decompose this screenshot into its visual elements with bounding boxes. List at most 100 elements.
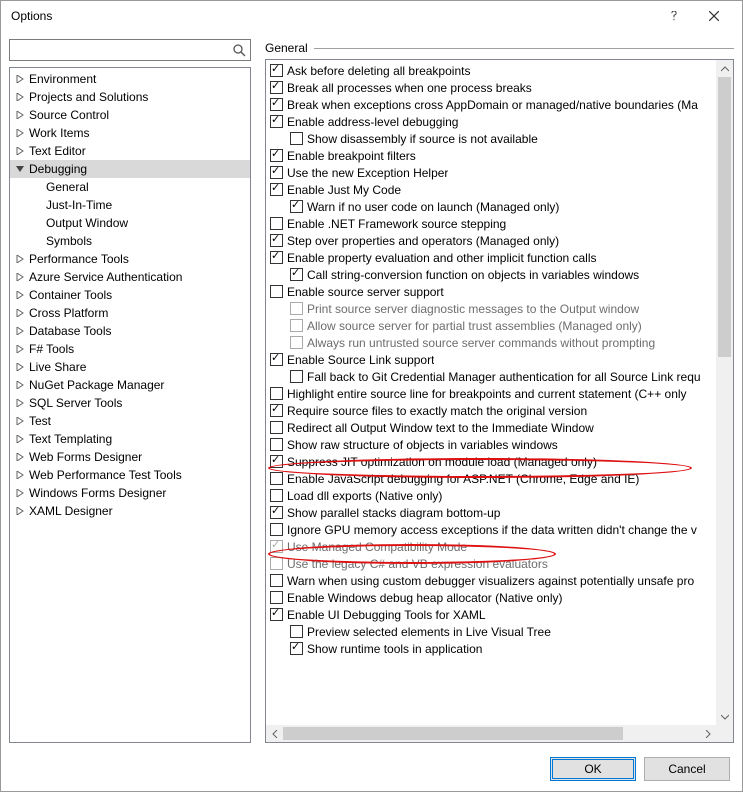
option-row[interactable]: Ignore GPU memory access exceptions if t…	[268, 521, 716, 538]
chevron-right-icon[interactable]	[14, 325, 26, 337]
option-row[interactable]: Use the new Exception Helper	[268, 164, 716, 181]
chevron-right-icon[interactable]	[14, 307, 26, 319]
checkbox[interactable]	[270, 506, 283, 519]
chevron-right-icon[interactable]	[14, 271, 26, 283]
checkbox[interactable]	[270, 251, 283, 264]
chevron-right-icon[interactable]	[14, 127, 26, 139]
checkbox[interactable]	[270, 183, 283, 196]
tree-item[interactable]: Web Forms Designer	[10, 448, 250, 466]
scroll-thumb-horizontal[interactable]	[283, 727, 623, 740]
chevron-right-icon[interactable]	[14, 289, 26, 301]
chevron-right-icon[interactable]	[14, 469, 26, 481]
option-row[interactable]: Suppress JIT optimization on module load…	[268, 453, 716, 470]
tree-item[interactable]: Symbols	[10, 232, 250, 250]
scroll-left-icon[interactable]	[266, 725, 283, 742]
tree-item[interactable]: Output Window	[10, 214, 250, 232]
option-row[interactable]: Enable UI Debugging Tools for XAML	[268, 606, 716, 623]
chevron-right-icon[interactable]	[14, 451, 26, 463]
tree-item[interactable]: Cross Platform	[10, 304, 250, 322]
checkbox[interactable]	[270, 217, 283, 230]
chevron-right-icon[interactable]	[14, 145, 26, 157]
checkbox[interactable]	[290, 642, 303, 655]
chevron-right-icon[interactable]	[14, 505, 26, 517]
checkbox[interactable]	[270, 166, 283, 179]
option-row[interactable]: Enable Just My Code	[268, 181, 716, 198]
tree-item[interactable]: Text Editor	[10, 142, 250, 160]
tree-item[interactable]: Performance Tools	[10, 250, 250, 268]
chevron-right-icon[interactable]	[14, 433, 26, 445]
option-row[interactable]: Show runtime tools in application	[268, 640, 716, 657]
option-row[interactable]: Enable Source Link support	[268, 351, 716, 368]
chevron-right-icon[interactable]	[14, 109, 26, 121]
checkbox[interactable]	[270, 421, 283, 434]
search-box[interactable]	[9, 39, 251, 61]
tree-item[interactable]: Environment	[10, 70, 250, 88]
option-row[interactable]: Enable property evaluation and other imp…	[268, 249, 716, 266]
horizontal-scrollbar[interactable]	[266, 725, 716, 742]
tree-item[interactable]: Azure Service Authentication	[10, 268, 250, 286]
checkbox[interactable]	[290, 625, 303, 638]
option-row[interactable]: Ask before deleting all breakpoints	[268, 62, 716, 79]
option-row[interactable]: Fall back to Git Credential Manager auth…	[268, 368, 716, 385]
option-row[interactable]: Step over properties and operators (Mana…	[268, 232, 716, 249]
chevron-right-icon[interactable]	[14, 91, 26, 103]
checkbox[interactable]	[270, 591, 283, 604]
checkbox[interactable]	[270, 523, 283, 536]
help-button[interactable]	[654, 1, 694, 31]
close-button[interactable]	[694, 1, 734, 31]
checkbox[interactable]	[270, 387, 283, 400]
tree-item[interactable]: Projects and Solutions	[10, 88, 250, 106]
option-row[interactable]: Show parallel stacks diagram bottom-up	[268, 504, 716, 521]
search-input[interactable]	[14, 41, 232, 59]
option-row[interactable]: Enable source server support	[268, 283, 716, 300]
checkbox[interactable]	[270, 353, 283, 366]
tree-item[interactable]: F# Tools	[10, 340, 250, 358]
checkbox[interactable]	[270, 64, 283, 77]
checkbox[interactable]	[270, 489, 283, 502]
chevron-right-icon[interactable]	[14, 253, 26, 265]
option-row[interactable]: Show raw structure of objects in variabl…	[268, 436, 716, 453]
checkbox[interactable]	[270, 608, 283, 621]
chevron-right-icon[interactable]	[14, 361, 26, 373]
tree-item[interactable]: NuGet Package Manager	[10, 376, 250, 394]
vertical-scrollbar[interactable]	[716, 60, 733, 725]
option-row[interactable]: Preview selected elements in Live Visual…	[268, 623, 716, 640]
option-row[interactable]: Enable breakpoint filters	[268, 147, 716, 164]
option-row[interactable]: Warn if no user code on launch (Managed …	[268, 198, 716, 215]
tree-item[interactable]: Just-In-Time	[10, 196, 250, 214]
option-row[interactable]: Show disassembly if source is not availa…	[268, 130, 716, 147]
ok-button[interactable]: OK	[550, 757, 636, 781]
checkbox[interactable]	[290, 132, 303, 145]
tree-item[interactable]: Container Tools	[10, 286, 250, 304]
option-row[interactable]: Redirect all Output Window text to the I…	[268, 419, 716, 436]
chevron-right-icon[interactable]	[14, 415, 26, 427]
checkbox[interactable]	[270, 455, 283, 468]
option-row[interactable]: Highlight entire source line for breakpo…	[268, 385, 716, 402]
checkbox[interactable]	[270, 404, 283, 417]
tree-item[interactable]: Test	[10, 412, 250, 430]
checkbox[interactable]	[290, 268, 303, 281]
tree-item[interactable]: SQL Server Tools	[10, 394, 250, 412]
option-row[interactable]: Call string-conversion function on objec…	[268, 266, 716, 283]
checkbox[interactable]	[270, 438, 283, 451]
checkbox[interactable]	[290, 370, 303, 383]
checkbox[interactable]	[270, 81, 283, 94]
option-row[interactable]: Break when exceptions cross AppDomain or…	[268, 96, 716, 113]
checkbox[interactable]	[270, 98, 283, 111]
option-row[interactable]: Enable Windows debug heap allocator (Nat…	[268, 589, 716, 606]
tree-item[interactable]: Live Share	[10, 358, 250, 376]
tree-item[interactable]: Web Performance Test Tools	[10, 466, 250, 484]
scroll-up-icon[interactable]	[716, 60, 733, 77]
option-row[interactable]: Load dll exports (Native only)	[268, 487, 716, 504]
tree-item[interactable]: Work Items	[10, 124, 250, 142]
option-row[interactable]: Warn when using custom debugger visualiz…	[268, 572, 716, 589]
option-row[interactable]: Enable address-level debugging	[268, 113, 716, 130]
chevron-right-icon[interactable]	[14, 343, 26, 355]
chevron-right-icon[interactable]	[14, 379, 26, 391]
cancel-button[interactable]: Cancel	[644, 757, 730, 781]
option-row[interactable]: Enable JavaScript debugging for ASP.NET …	[268, 470, 716, 487]
chevron-right-icon[interactable]	[14, 487, 26, 499]
checkbox[interactable]	[270, 472, 283, 485]
tree-item[interactable]: Windows Forms Designer	[10, 484, 250, 502]
option-row[interactable]: Require source files to exactly match th…	[268, 402, 716, 419]
